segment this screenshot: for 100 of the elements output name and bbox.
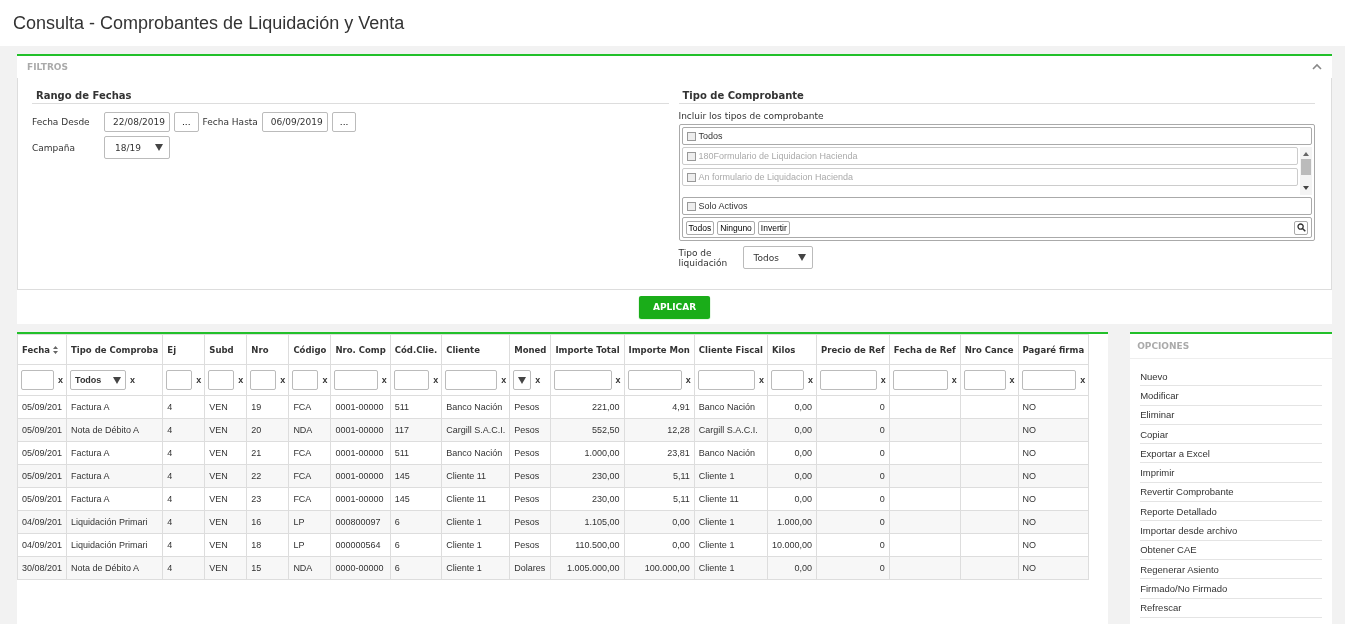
filter-field[interactable] [334,370,378,390]
option-link[interactable]: Imprimir [1140,463,1322,483]
clear-filter-button[interactable]: x [615,375,621,385]
clear-filter-button[interactable]: x [381,375,387,385]
clear-filter-button[interactable]: x [951,375,957,385]
table-cell: 0 [816,487,890,511]
option-link[interactable]: Reporte Detallado [1140,502,1322,522]
table-cell: 10.000,00 [767,533,817,557]
filter-field[interactable] [554,370,612,390]
select-button[interactable]: Ninguno [717,220,755,235]
option-link[interactable]: Revertir Comprobante [1140,482,1322,503]
filter-field[interactable] [963,370,1006,390]
column-header[interactable]: Subd [204,334,247,365]
sort-icon[interactable] [53,345,59,354]
collapse-chevron-icon[interactable] [1312,63,1322,71]
filter-field[interactable] [771,370,805,390]
clear-filter-button[interactable]: x [1080,375,1086,385]
option-link[interactable]: Regenerar Asiento [1140,559,1322,580]
option-link[interactable]: Copiar [1140,424,1322,445]
table-cell: NO [1018,395,1089,419]
table-cell: VEN [204,533,247,557]
column-header[interactable]: Código [288,334,331,365]
column-header[interactable]: Kilos [767,334,817,365]
panel-title: OPCIONES [1137,341,1190,351]
clear-filter-button[interactable]: x [880,375,886,385]
date-picker-button[interactable]: ... [331,112,357,132]
clear-filter-button[interactable]: x [433,375,439,385]
column-header[interactable]: Cliente Fiscal [694,334,768,365]
column-header[interactable]: Moned [509,334,551,365]
clear-filter-button[interactable]: x [58,375,64,385]
scrollbar[interactable] [1300,147,1312,195]
column-header[interactable]: Nro Cance [960,334,1019,365]
column-header[interactable]: Tipo de Comproba [66,334,163,365]
clear-filter-button[interactable]: x [196,375,202,385]
filter-dropdown[interactable]: Todos [70,370,127,390]
filter-field[interactable] [445,370,498,390]
table-cell: LP [288,533,331,557]
clear-filter-button[interactable]: x [1009,375,1015,385]
table-cell: 19 [246,395,289,419]
table-cell: 0,00 [767,441,817,465]
column-header[interactable]: Nro [246,334,289,365]
clear-filter-button[interactable]: x [685,375,691,385]
option-link[interactable]: Eliminar [1140,405,1322,425]
column-header[interactable]: Importe Mon [624,334,695,365]
campaign-dropdown[interactable]: 18/19 [104,136,170,159]
checkbox-row[interactable]: Solo Activos [681,197,1312,215]
filter-field[interactable] [393,370,430,390]
select-button[interactable]: Todos [685,220,715,235]
field-label: Fecha Hasta [202,117,258,127]
column-header[interactable]: Cód.Clie. [390,334,442,365]
filter-field[interactable] [892,370,948,390]
settlement-dropdown[interactable]: Todos [742,246,813,269]
table-cell: VEN [204,441,247,465]
clear-filter-button[interactable]: x [759,375,764,385]
table-cell: 23,81 [624,441,695,465]
filter-field[interactable] [1021,370,1077,390]
column-header[interactable]: Precio de Ref [816,334,890,365]
dropdown-arrow-icon [797,254,806,261]
option-link[interactable]: Obtener CAE [1140,540,1322,560]
date-picker-button[interactable]: ... [174,112,199,132]
table-cell: NO [1018,533,1089,557]
column-header[interactable]: Pagaré firma [1018,334,1089,365]
table-cell: 511 [390,395,442,419]
select-button[interactable]: Invertir [757,220,790,235]
column-header[interactable]: Fecha [17,334,67,365]
search-button[interactable] [1294,220,1308,235]
column-header[interactable]: Importe Total [550,334,625,365]
column-header[interactable]: Ej [162,334,205,365]
clear-filter-button[interactable]: x [535,375,541,385]
date-field[interactable]: 06/09/2019 [261,112,328,132]
clear-filter-button[interactable]: x [280,375,286,385]
checkbox[interactable] [686,201,696,211]
option-link[interactable]: Refrescar [1140,598,1322,618]
clear-filter-button[interactable]: x [130,375,136,385]
filter-field[interactable] [697,370,755,390]
filter-field[interactable] [627,370,682,390]
checkbox-row[interactable]: Todos [681,127,1312,145]
filter-field[interactable] [292,370,319,390]
filter-field[interactable] [250,370,277,390]
checkbox[interactable] [686,131,696,141]
option-link[interactable]: Nuevo [1140,367,1322,387]
table-cell: Pesos [509,487,551,511]
option-link[interactable]: Importar desde archivo [1140,521,1322,541]
option-link[interactable]: Exportar a Excel [1140,444,1322,464]
column-header[interactable]: Cliente [441,334,510,365]
clear-filter-button[interactable]: x [808,375,814,385]
filter-field[interactable] [208,370,235,390]
date-field[interactable]: 22/08/2019 [104,112,170,132]
filter-field[interactable] [820,370,877,390]
clear-filter-button[interactable]: x [322,375,328,385]
filter-dropdown[interactable] [513,370,532,390]
column-header[interactable]: Fecha de Ref [889,334,961,365]
column-header[interactable]: Nro. Comp [330,334,391,365]
clear-filter-button[interactable]: x [501,375,507,385]
filter-field[interactable] [21,370,55,390]
table-cell: 04/09/201 [17,510,67,534]
option-link[interactable]: Modificar [1140,386,1322,406]
clear-filter-button[interactable]: x [238,375,244,385]
option-link[interactable]: Firmado/No Firmado [1140,579,1322,599]
filter-field[interactable] [166,370,193,390]
